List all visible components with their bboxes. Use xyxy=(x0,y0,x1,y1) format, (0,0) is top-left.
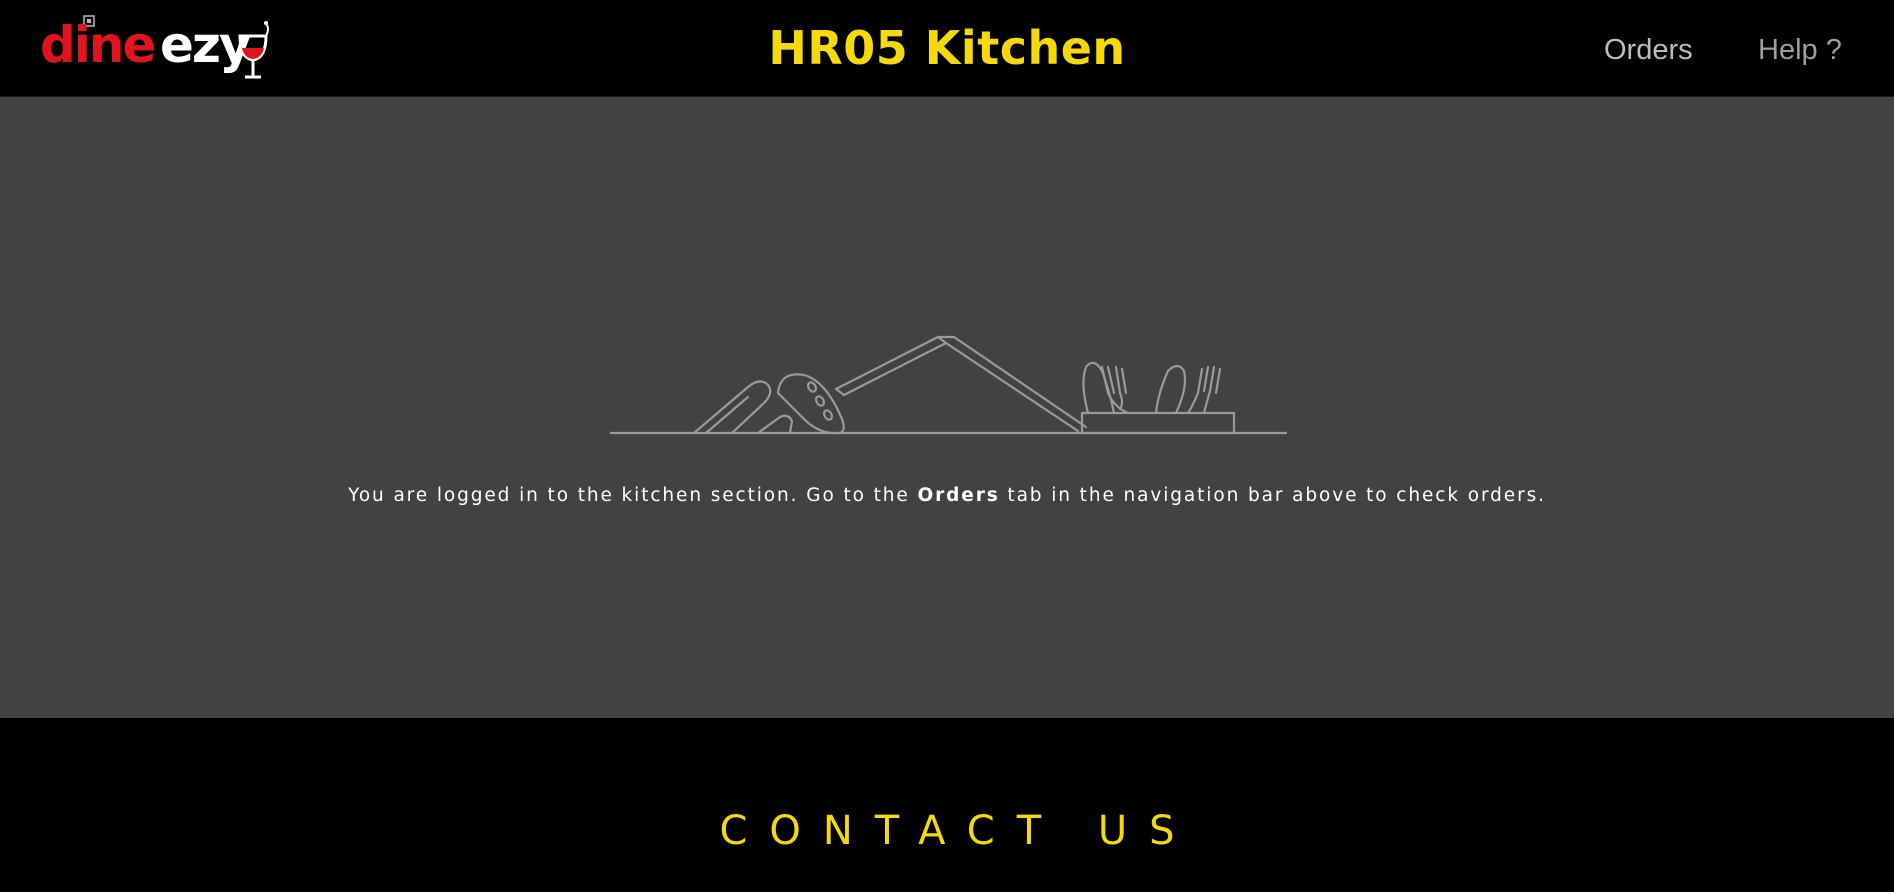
dineezy-logo[interactable]: dine ezy xyxy=(40,14,280,84)
orders-emphasis: Orders xyxy=(917,484,1000,506)
main-content: You are logged in to the kitchen section… xyxy=(0,97,1894,718)
contact-us-heading: CONTACT US xyxy=(719,808,1197,854)
footer: CONTACT US xyxy=(0,718,1894,892)
nav-help-link[interactable]: Help ? xyxy=(1758,30,1842,70)
svg-text:ezy: ezy xyxy=(160,16,251,74)
empty-kitchen-illustration xyxy=(609,335,1288,435)
svg-text:dine: dine xyxy=(40,16,155,74)
nav-orders-link[interactable]: Orders xyxy=(1604,30,1693,70)
top-navbar: dine ezy HR05 Kitchen Orders Help ? xyxy=(0,0,1894,97)
kitchen-info-message: You are logged in to the kitchen section… xyxy=(348,484,1546,506)
